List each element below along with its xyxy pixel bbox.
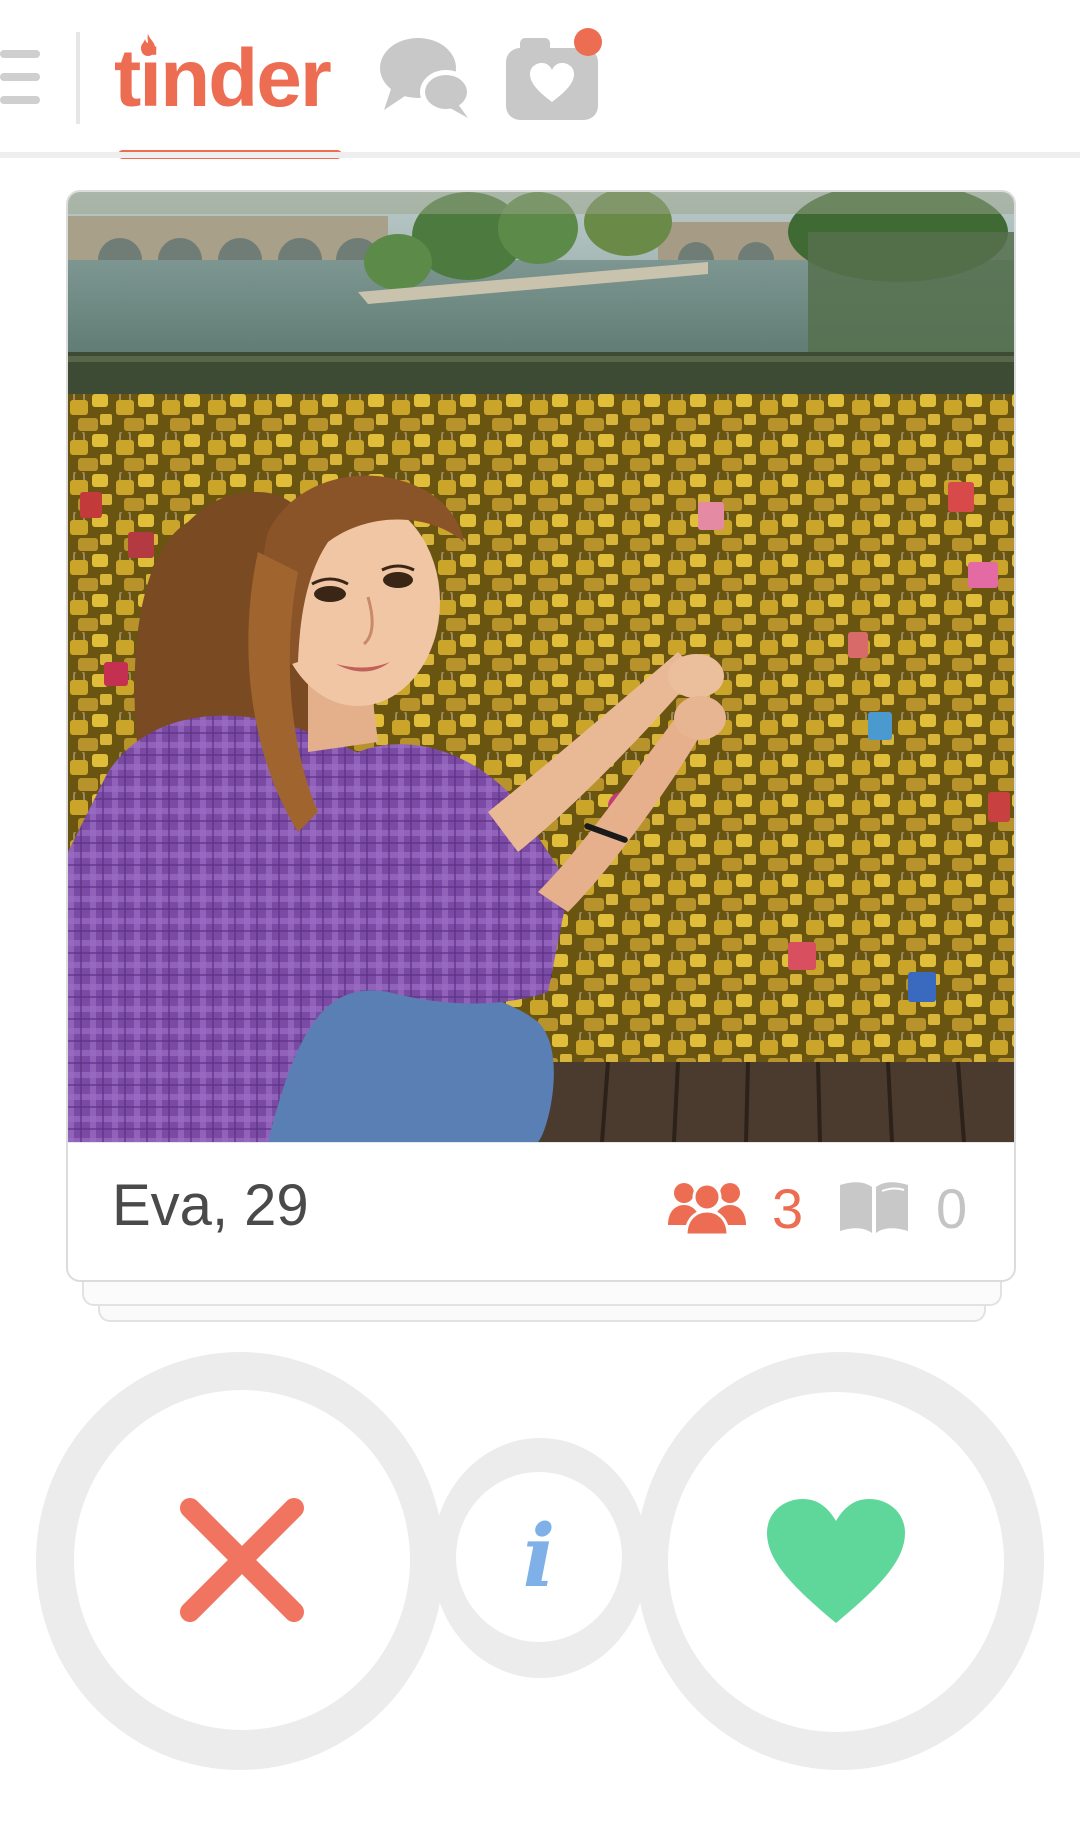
top-bar: tinder	[0, 0, 1080, 160]
shared-interests-icon	[840, 1182, 908, 1233]
topbar-divider	[76, 32, 80, 124]
info-icon: i	[522, 1506, 556, 1607]
topbar-rule	[0, 152, 1080, 158]
moments-icon[interactable]	[506, 26, 604, 122]
profile-name-age: Eva, 29	[112, 1173, 309, 1238]
profile-photo[interactable]	[68, 192, 1014, 1142]
close-icon	[180, 1498, 304, 1622]
profile-info-bar: Eva, 29 3 0	[68, 1142, 1014, 1280]
nope-button[interactable]	[74, 1390, 410, 1730]
mutual-friends-count: 3	[772, 1177, 804, 1240]
info-button[interactable]: i	[456, 1472, 622, 1642]
shared-interests-count: 0	[936, 1177, 968, 1240]
heart-icon	[767, 1499, 905, 1623]
mutual-friends-icon	[668, 1182, 746, 1235]
flame-icon	[141, 34, 155, 56]
like-button[interactable]	[668, 1392, 1004, 1732]
menu-icon[interactable]	[0, 50, 40, 104]
chat-icon[interactable]	[378, 34, 474, 120]
profile-card[interactable]: Eva, 29 3 0	[66, 190, 1016, 1282]
